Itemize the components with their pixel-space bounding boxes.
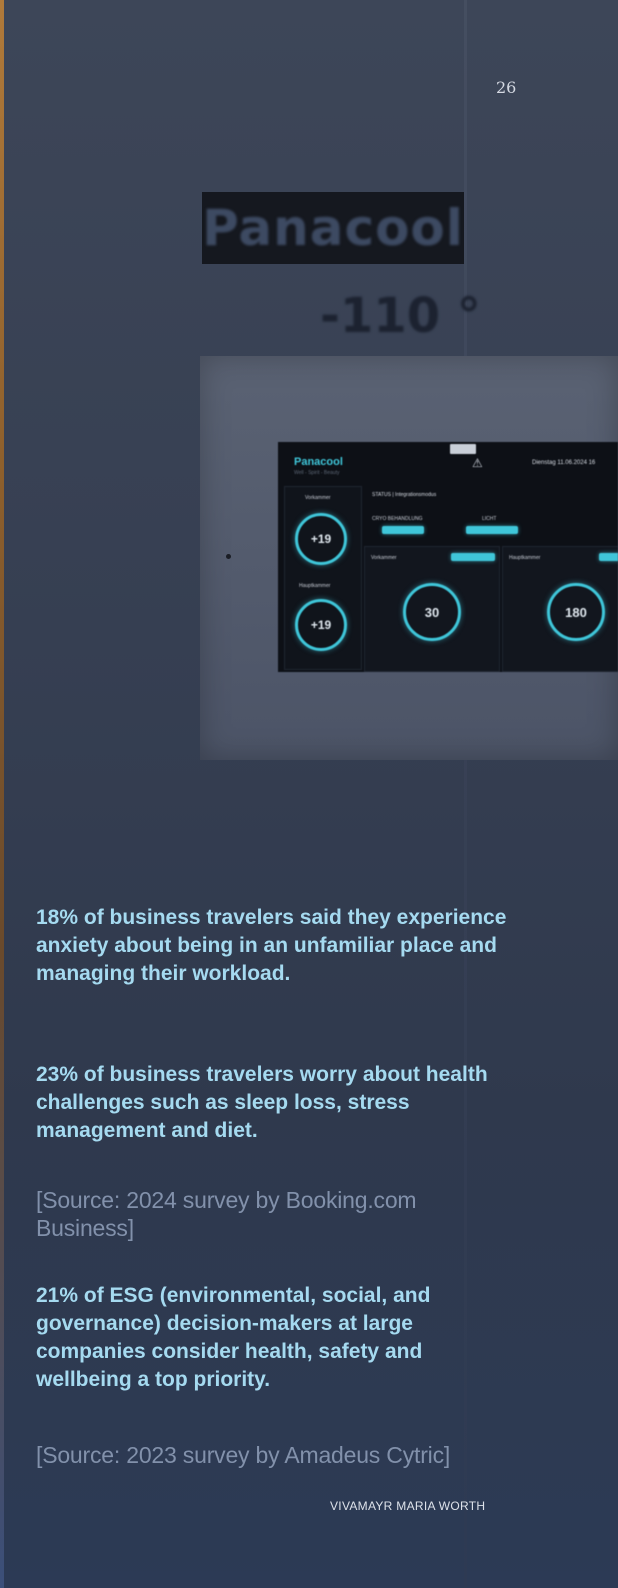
statistic-3: 21% of ESG (environmental, social, and g… xyxy=(36,1284,431,1391)
screen-date: Dienstag 11.06.2024 16 xyxy=(532,460,596,466)
light-label: LICHT xyxy=(482,516,497,522)
cryo-label: CRYO BEHANDLUNG xyxy=(372,516,423,522)
card2-label: Hauptkammer xyxy=(509,555,541,561)
panel-screw xyxy=(226,554,231,559)
cryo-toggle xyxy=(382,526,424,534)
page-number: 26 xyxy=(496,78,517,97)
screen-logo: Panacool xyxy=(294,456,343,468)
card2-gauge: 180 xyxy=(547,583,605,641)
chamber-card-2: Hauptkammer 180 xyxy=(502,546,618,672)
side-label-1: Vorkammer xyxy=(305,495,331,501)
side-gauge-2: +19 xyxy=(295,599,347,651)
brand-sign-text: Panacool xyxy=(202,199,464,257)
light-toggle xyxy=(466,526,518,534)
card1-gauge: 30 xyxy=(403,583,461,641)
brand-sign: Panacool xyxy=(202,192,464,264)
screen-logo-subtitle: Well - Spirit - Beauty xyxy=(294,470,340,476)
source-citation-2: [Source: 2023 survey by Amadeus Cytric] xyxy=(36,1442,451,1468)
temperature-sign: -110 ° xyxy=(320,288,481,344)
card1-label: Vorkammer xyxy=(371,555,397,561)
control-screen: Panacool Well - Spirit - Beauty ⚠ Dienst… xyxy=(278,442,618,672)
screen-status: STATUS | Integrationsmodus xyxy=(372,492,437,498)
side-label-2: Hauptkammer xyxy=(299,583,331,589)
source-citation-1: [Source: 2024 survey by Booking.com Busi… xyxy=(36,1187,417,1241)
statistic-1: 18% of business travelers said they expe… xyxy=(36,906,507,985)
warning-icon: ⚠ xyxy=(472,456,483,470)
chamber-card-1: Vorkammer 30 xyxy=(364,546,500,672)
screen-sidebar: Vorkammer +19 Hauptkammer +19 xyxy=(284,486,362,670)
statistic-2: 23% of business travelers worry about he… xyxy=(36,1063,488,1142)
card2-toggle xyxy=(599,553,618,561)
card1-toggle xyxy=(451,553,495,561)
screen-top-tab xyxy=(450,444,476,454)
side-gauge-1: +19 xyxy=(295,513,347,565)
page-footer: VIVAMAYR MARIA WORTH xyxy=(330,1499,486,1513)
left-edge-accent xyxy=(0,0,4,1588)
